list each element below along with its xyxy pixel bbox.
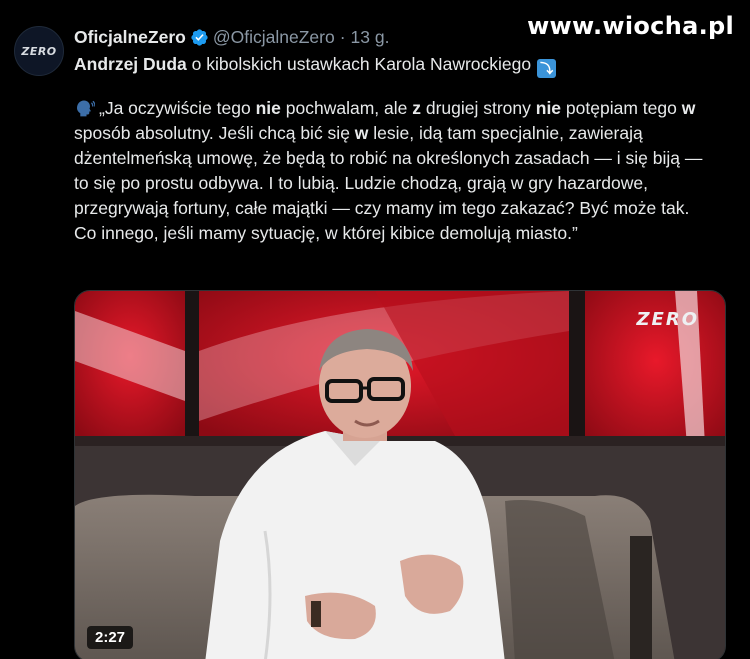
user-handle[interactable]: @OficjalneZero	[213, 27, 335, 48]
quote-bold: z	[412, 98, 421, 118]
video-thumbnail	[75, 291, 725, 659]
quote-text: pochwalam, ale	[280, 98, 413, 118]
avatar-logo-text: ZERO	[21, 44, 57, 58]
quote-text: drugiej strony	[420, 98, 536, 118]
speaking-head-icon	[74, 99, 96, 117]
separator-dot: ·	[339, 26, 346, 47]
headline-bold-name: Andrzej Duda	[74, 54, 187, 74]
tweet-content: OficjalneZero @OficjalneZero · 13 g. And…	[74, 20, 724, 246]
quote-bold: nie	[255, 98, 281, 118]
arrow-down-right-icon: ⤵	[537, 59, 557, 78]
display-name[interactable]: OficjalneZero	[74, 27, 186, 48]
video-duration-badge: 2:27	[87, 626, 134, 649]
quote-text: sposób absolutny. Jeśli chcą bić się	[74, 123, 355, 143]
verified-badge-icon	[190, 28, 209, 47]
quote-text: potępiam tego	[561, 98, 682, 118]
avatar[interactable]: ZERO	[14, 26, 64, 76]
video-player[interactable]: ZERO 2:27	[74, 290, 726, 659]
tweet-headline: Andrzej Duda o kibolskich ustawkach Karo…	[74, 52, 724, 78]
tweet-header: OficjalneZero @OficjalneZero · 13 g.	[74, 20, 724, 54]
timestamp[interactable]: 13 g.	[351, 27, 390, 48]
channel-logo: ZERO	[636, 309, 699, 330]
quote-bold: nie	[535, 98, 562, 118]
headline-text: o kibolskich ustawkach Karola Nawrockieg…	[186, 54, 532, 74]
quote-bold: w	[354, 123, 369, 143]
quote-bold: w	[681, 98, 696, 118]
quote-text: „Ja oczywiście tego	[99, 98, 256, 118]
tweet-quote: „Ja oczywiście tego nie pochwalam, ale z…	[74, 96, 714, 246]
